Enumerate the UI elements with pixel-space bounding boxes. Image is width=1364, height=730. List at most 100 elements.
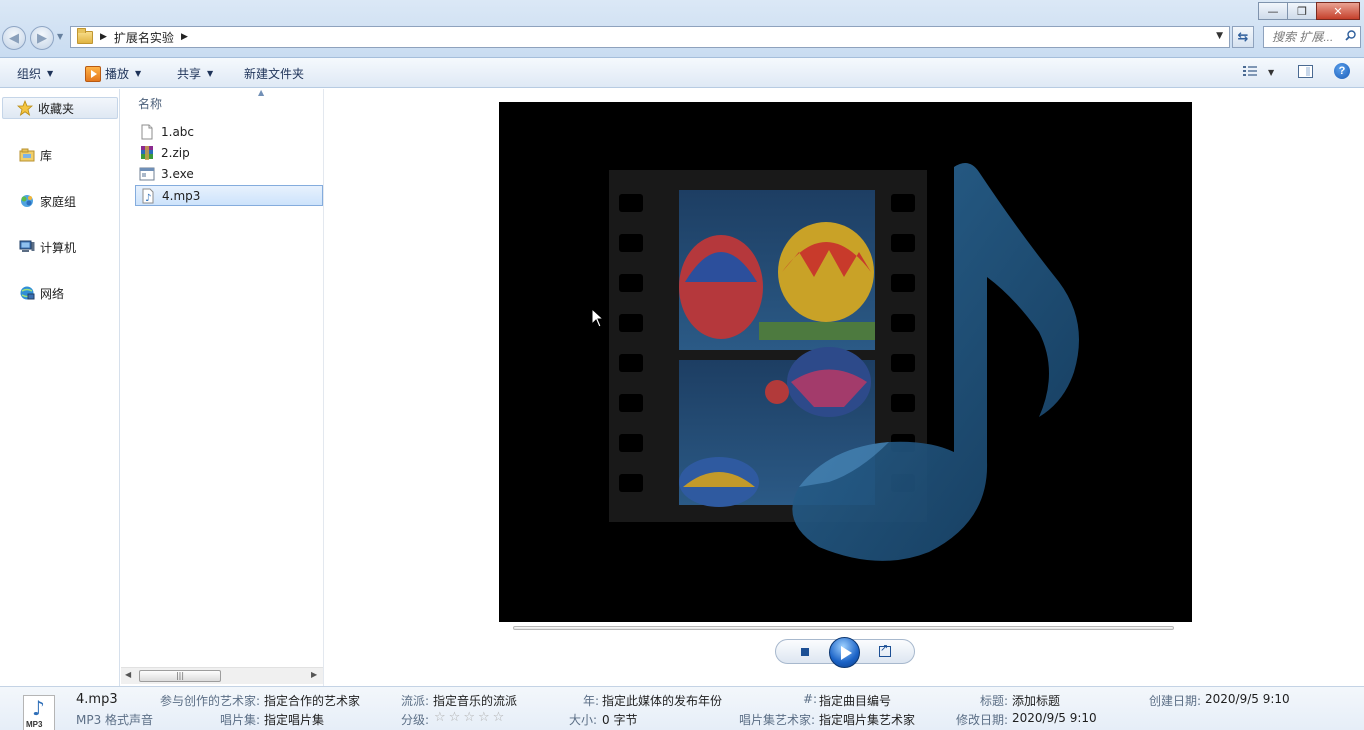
caret-down-icon: ▼ — [207, 69, 214, 78]
detail-key: #: — [803, 692, 818, 706]
help-icon[interactable]: ? — [1334, 63, 1350, 79]
scroll-grip: ||| — [175, 671, 185, 680]
nav-item-libraries[interactable]: 库 — [0, 144, 119, 166]
detail-album-artist[interactable]: 指定唱片集艺术家 — [819, 711, 915, 728]
search-icon[interactable] — [1345, 30, 1356, 41]
refresh-icon: ⇆ — [1237, 29, 1249, 45]
nav-label: 收藏夹 — [38, 101, 75, 116]
title-bar: — ❐ ✕ ◀ ▶ ▼ ▶ 扩展名实验 ▶ ▼ ⇆ 搜索 扩展... — [0, 0, 1364, 58]
breadcrumb-chevron-icon[interactable]: ▶ — [181, 32, 188, 42]
file-name: 1.abc — [161, 124, 195, 139]
new-folder-button[interactable]: 新建文件夹 — [244, 65, 304, 82]
detail-key: 唱片集艺术家: — [739, 713, 816, 727]
star-icon — [17, 100, 33, 116]
recent-pages-dropdown[interactable]: ▼ — [57, 32, 63, 41]
rating-stars[interactable]: ☆ ☆ ☆ ☆ ☆ — [434, 711, 507, 725]
new-folder-label: 新建文件夹 — [244, 67, 305, 81]
organize-menu[interactable]: 组织 ▼ — [17, 65, 53, 82]
file-icon-label: MP3 — [26, 720, 43, 729]
folder-icon — [77, 27, 93, 44]
detail-genre[interactable]: 指定音乐的流派 — [433, 692, 517, 709]
detail-key: 参与创作的艺术家: — [160, 694, 261, 708]
close-button[interactable]: ✕ — [1316, 2, 1360, 20]
back-button[interactable]: ◀ — [2, 26, 26, 50]
search-placeholder: 搜索 扩展... — [1272, 30, 1334, 44]
star-outline-icon[interactable]: ☆ — [463, 711, 475, 725]
nav-item-network[interactable]: 网络 — [0, 282, 119, 304]
refresh-button[interactable]: ⇆ — [1232, 26, 1254, 48]
mp3-file-icon: ♪ MP3 — [23, 695, 55, 730]
svg-text:♪: ♪ — [145, 193, 151, 204]
address-history-dropdown[interactable]: ▼ — [1216, 31, 1223, 41]
address-bar[interactable]: ▶ 扩展名实验 ▶ ▼ — [70, 26, 1230, 48]
nav-label: 计算机 — [40, 240, 77, 255]
file-row[interactable]: 2.zip — [135, 142, 323, 163]
star-outline-icon[interactable]: ☆ — [478, 711, 490, 725]
nav-label: 库 — [40, 148, 53, 163]
detail-key: 唱片集: — [220, 713, 261, 727]
detail-key: 分级: — [401, 713, 430, 727]
caret-down-icon: ▼ — [47, 69, 54, 78]
media-preview — [499, 102, 1192, 622]
winrar-archive-icon — [141, 145, 153, 160]
window-controls: — ❐ ✕ — [1258, 2, 1360, 20]
nav-label: 家庭组 — [40, 194, 77, 209]
forward-button[interactable]: ▶ — [30, 26, 54, 50]
play-button[interactable] — [829, 637, 860, 668]
star-outline-icon[interactable]: ☆ — [493, 711, 505, 725]
file-name: 4.mp3 — [162, 188, 201, 203]
column-header-label: 名称 — [138, 97, 163, 111]
computer-icon — [19, 240, 35, 252]
seek-bar[interactable] — [513, 626, 1174, 630]
detail-key: 大小: — [569, 713, 598, 727]
breadcrumb-folder[interactable]: 扩展名实验 — [114, 29, 174, 46]
library-icon — [19, 148, 35, 162]
file-row-selected[interactable]: ♪ 4.mp3 — [135, 185, 323, 206]
stop-button[interactable] — [801, 648, 809, 656]
star-outline-icon[interactable]: ☆ — [434, 711, 446, 725]
share-menu[interactable]: 共享 ▼ — [177, 65, 213, 82]
detail-key: 流派: — [401, 694, 430, 708]
homegroup-icon — [21, 195, 33, 207]
sort-ascending-icon: ▲ — [258, 88, 265, 97]
network-icon — [20, 286, 35, 300]
organize-label: 组织 — [17, 67, 42, 81]
detail-key: 标题: — [980, 694, 1009, 708]
media-controls — [775, 637, 915, 668]
open-in-player-icon[interactable] — [879, 643, 891, 657]
star-outline-icon[interactable]: ☆ — [449, 711, 461, 725]
play-menu[interactable]: 播放 ▼ — [85, 65, 141, 82]
play-label: 播放 — [105, 67, 130, 81]
navigation-pane: 收藏夹 库 家庭组 计算机 网络 — [0, 89, 120, 686]
file-row[interactable]: 3.exe — [135, 163, 323, 184]
preview-pane-toggle-icon[interactable] — [1298, 65, 1313, 78]
detail-year[interactable]: 指定此媒体的发布年份 — [602, 692, 722, 709]
file-name: 3.exe — [161, 166, 194, 181]
details-file-type: MP3 格式声音 — [76, 713, 154, 727]
detail-title[interactable]: 添加标题 — [1012, 692, 1060, 709]
detail-contributing-artists[interactable]: 指定合作的艺术家 — [264, 692, 360, 709]
column-header-name[interactable]: 名称 — [138, 95, 162, 112]
scrollbar-thumb[interactable]: ||| — [139, 670, 221, 682]
details-file-name: 4.mp3 — [76, 692, 118, 707]
search-input[interactable]: 搜索 扩展... — [1263, 26, 1361, 48]
horizontal-scrollbar[interactable]: ◀ ||| ▶ — [121, 667, 323, 684]
music-note-icon: ♪ — [32, 696, 45, 720]
breadcrumb-chevron-icon[interactable]: ▶ — [100, 32, 107, 42]
minimize-button[interactable]: — — [1258, 2, 1288, 20]
arrow-left-icon: ◀ — [9, 30, 19, 46]
nav-item-homegroup[interactable]: 家庭组 — [0, 190, 119, 212]
command-bar: 组织 ▼ 播放 ▼ 共享 ▼ 新建文件夹 — [0, 58, 1364, 88]
exe-window-icon — [139, 167, 155, 180]
nav-label: 网络 — [40, 286, 65, 301]
nav-item-computer[interactable]: 计算机 — [0, 236, 119, 258]
scroll-right-arrow-icon[interactable]: ▶ — [311, 670, 317, 679]
view-options-icon[interactable] — [1243, 65, 1257, 77]
maximize-button[interactable]: ❐ — [1287, 2, 1317, 20]
view-dropdown-caret-icon[interactable]: ▼ — [1268, 68, 1274, 77]
detail-track-number[interactable]: 指定曲目编号 — [819, 692, 891, 709]
scroll-left-arrow-icon[interactable]: ◀ — [125, 670, 131, 679]
file-row[interactable]: 1.abc — [135, 121, 323, 142]
detail-album[interactable]: 指定唱片集 — [264, 711, 324, 728]
nav-item-favorites[interactable]: 收藏夹 — [2, 97, 118, 119]
